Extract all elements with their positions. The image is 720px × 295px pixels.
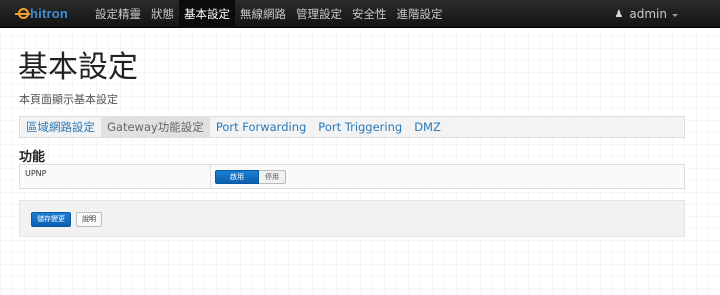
hitron-logo-icon	[15, 8, 30, 19]
help-button[interactable]: 說明	[76, 212, 102, 227]
user-icon: ♟	[614, 8, 624, 20]
tab-port-forwarding[interactable]: Port Forwarding	[210, 117, 312, 137]
nav-item-wizard[interactable]: 設定精靈	[90, 0, 146, 28]
page-title: 基本設定	[18, 50, 138, 85]
user-name: admin	[629, 7, 667, 21]
save-changes-button[interactable]: 儲存變更	[31, 212, 71, 227]
chevron-down-icon	[672, 13, 678, 17]
brand-name: hitron	[30, 6, 69, 21]
upnp-setting-row: UPNP 啟用 停用	[19, 164, 685, 189]
page-subtitle: 本頁面顯示基本設定	[19, 93, 118, 106]
nav-item-status[interactable]: 狀態	[146, 0, 179, 28]
top-navbar: hitron 設定精靈 狀態 基本設定 無線網路 管理設定 安全性 進階設定 ♟…	[0, 0, 720, 28]
nav-item-wireless[interactable]: 無線網路	[235, 0, 291, 28]
settings-tabs: 區域網路設定 Gateway功能設定 Port Forwarding Port …	[19, 116, 685, 138]
nav-item-basic-settings[interactable]: 基本設定	[179, 0, 235, 28]
upnp-toggle: 啟用 停用	[215, 170, 286, 184]
action-bar: 儲存變更 說明	[19, 200, 685, 237]
brand-logo[interactable]: hitron	[15, 0, 84, 28]
tab-dmz[interactable]: DMZ	[408, 117, 447, 137]
upnp-disable-button[interactable]: 停用	[259, 170, 286, 184]
row-divider	[210, 165, 211, 188]
nav-item-security[interactable]: 安全性	[347, 0, 392, 28]
nav-item-advanced[interactable]: 進階設定	[392, 0, 448, 28]
tab-lan-settings[interactable]: 區域網路設定	[20, 117, 101, 137]
user-menu[interactable]: ♟ admin	[614, 0, 678, 28]
nav-item-admin[interactable]: 管理設定	[291, 0, 347, 28]
tab-port-triggering[interactable]: Port Triggering	[312, 117, 408, 137]
tab-gateway-functions[interactable]: Gateway功能設定	[101, 117, 210, 137]
upnp-label: UPNP	[25, 169, 47, 178]
main-menu: 設定精靈 狀態 基本設定 無線網路 管理設定 安全性 進階設定	[90, 0, 448, 28]
section-title: 功能	[19, 150, 46, 165]
upnp-enable-button[interactable]: 啟用	[215, 170, 259, 184]
